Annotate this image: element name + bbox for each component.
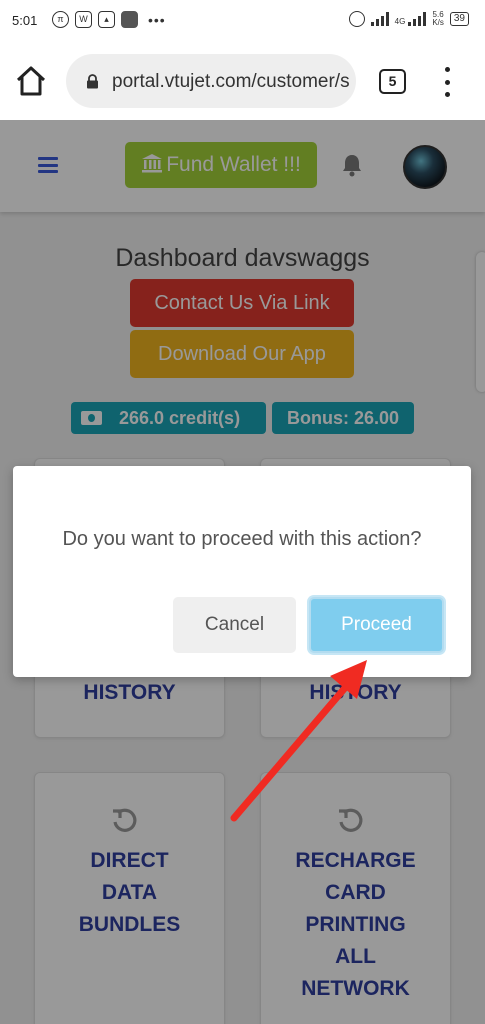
overflow-dots: ••• bbox=[148, 11, 166, 28]
menu-dot bbox=[444, 67, 450, 72]
battery-indicator: 39 bbox=[449, 12, 469, 26]
word-icon: W bbox=[75, 11, 92, 28]
lock-icon bbox=[87, 74, 98, 89]
app-icon bbox=[121, 11, 138, 28]
status-notification-icons: π W ▴ ••• bbox=[52, 11, 166, 28]
pi-icon: π bbox=[52, 11, 69, 28]
home-icon[interactable] bbox=[14, 64, 48, 98]
net-type: 4G bbox=[394, 17, 406, 26]
signal-4g: 4G bbox=[395, 12, 427, 26]
alarm-icon bbox=[348, 11, 365, 27]
url-text: portal.vtujet.com/customer/s bbox=[112, 71, 350, 92]
browser-toolbar: portal.vtujet.com/customer/s 5 bbox=[0, 42, 485, 120]
dialog-message: Do you want to proceed with this action? bbox=[62, 528, 422, 550]
browser-menu-button[interactable] bbox=[437, 67, 457, 97]
menu-dot bbox=[444, 92, 450, 97]
status-right-icons: 4G 5.6 K/s 39 bbox=[348, 10, 469, 27]
tab-switcher-button[interactable]: 5 bbox=[379, 69, 406, 94]
status-bar: 5:01 π W ▴ ••• 4G 5.6 K/s 39 bbox=[0, 0, 485, 42]
image-icon: ▴ bbox=[98, 11, 115, 28]
signal-icon bbox=[370, 12, 389, 26]
status-time: 5:01 bbox=[12, 13, 38, 28]
menu-dot bbox=[444, 79, 450, 85]
proceed-button[interactable]: Proceed bbox=[309, 597, 444, 653]
confirm-dialog: Do you want to proceed with this action?… bbox=[13, 466, 471, 677]
cancel-button[interactable]: Cancel bbox=[173, 597, 296, 653]
address-bar[interactable]: portal.vtujet.com/customer/s bbox=[66, 54, 356, 108]
net-speed: 5.6 K/s bbox=[432, 10, 444, 27]
